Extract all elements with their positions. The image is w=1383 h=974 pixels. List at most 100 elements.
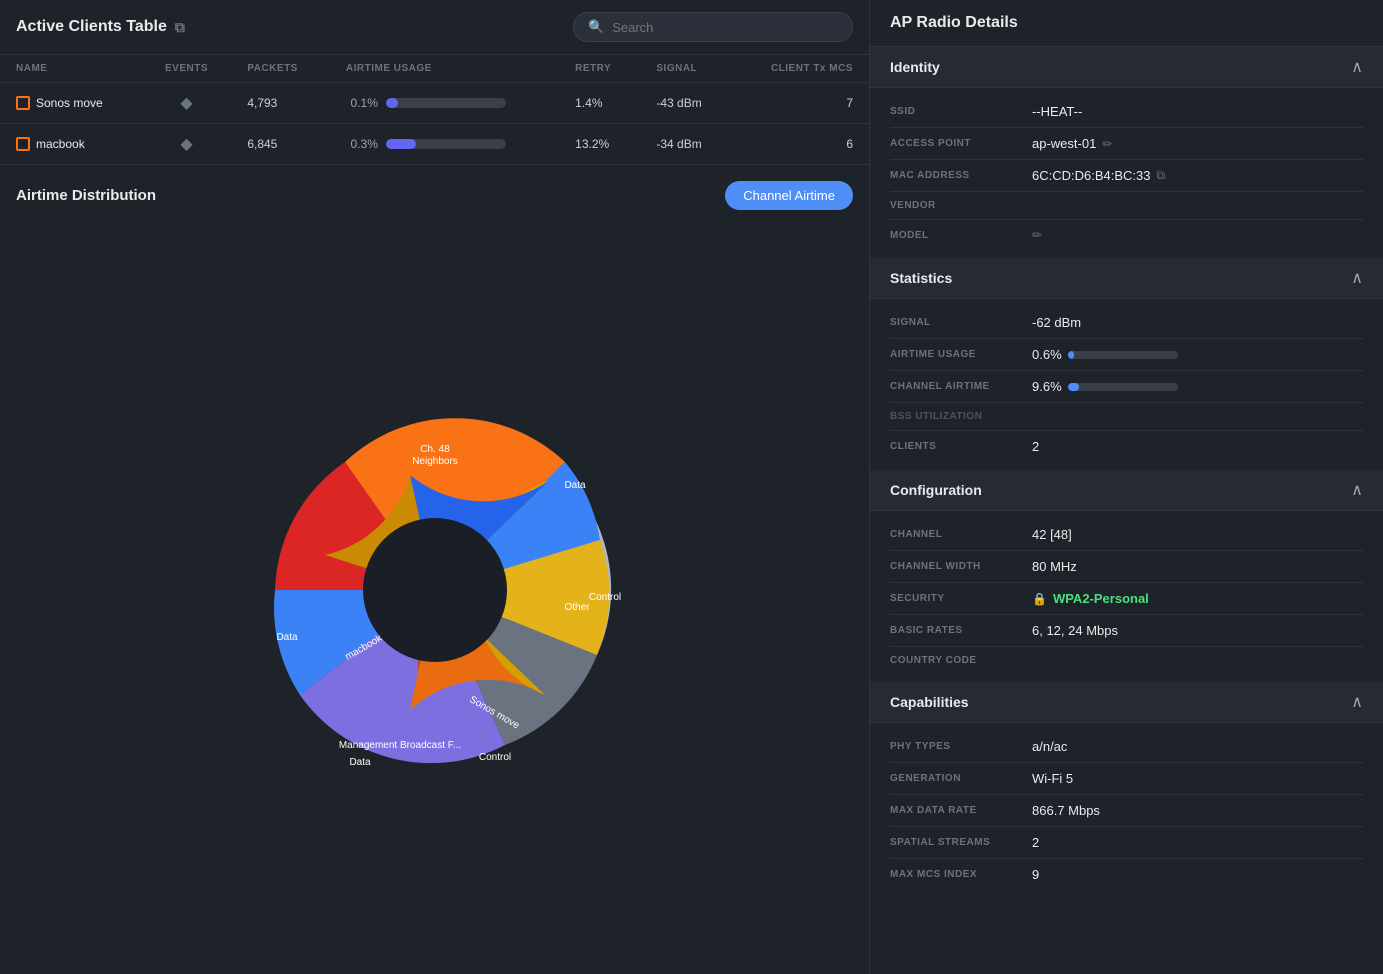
events-icon: ◆ (180, 95, 192, 112)
right-panel: AP Radio Details Identity ∧ SSID --HEAT-… (870, 0, 1383, 974)
col-name: NAME (0, 55, 142, 83)
left-header: Active Clients Table ⧉ 🔍 (0, 0, 869, 55)
clients-table-container: NAME EVENTS PACKETS AIRTIME USAGE RETRY … (0, 55, 869, 165)
col-events: EVENTS (142, 55, 232, 83)
phy-value: a/n/ac (1032, 739, 1067, 754)
channel-row: CHANNEL 42 [48] (890, 519, 1363, 551)
col-packets: PACKETS (231, 55, 330, 83)
vendor-label: VENDOR (890, 200, 1020, 211)
signal-cell: -34 dBm (640, 124, 732, 165)
channel-label: CHANNEL (890, 529, 1020, 540)
basic-rates-value: 6, 12, 24 Mbps (1032, 623, 1118, 638)
model-row: MODEL ✏ (890, 220, 1363, 250)
col-mcs: CLIENT Tx MCS (733, 55, 869, 83)
max-data-rate-label: MAX DATA RATE (890, 805, 1020, 816)
copy-icon[interactable]: ⧉ (175, 19, 185, 36)
signal-label: SIGNAL (890, 317, 1020, 328)
channel-value: 42 [48] (1032, 527, 1072, 542)
table-row: Sonos move ◆ 4,793 0.1% 1.4% -43 dBm 7 (0, 83, 869, 124)
search-icon: 🔍 (588, 19, 604, 35)
max-mcs-value: 9 (1032, 867, 1039, 882)
config-chevron: ∧ (1351, 480, 1363, 500)
max-mcs-label: MAX MCS INDEX (890, 869, 1020, 880)
donut-chart: Ch. 48 Neighbors Other Management Broadc… (245, 400, 625, 780)
security-value: 🔒 WPA2-Personal (1032, 591, 1149, 606)
mcs-cell: 7 (733, 83, 869, 124)
capabilities-section-header[interactable]: Capabilities ∧ (870, 682, 1383, 723)
airtime-usage-value: 0.6% (1032, 347, 1178, 362)
clients-label: CLIENTS (890, 441, 1020, 452)
signal-value: -62 dBm (1032, 315, 1081, 330)
label-mgmt: Management Broadcast F... (338, 740, 460, 751)
bss-row: BSS UTILIZATION (890, 403, 1363, 431)
channel-airtime-button[interactable]: Channel Airtime (725, 181, 853, 210)
airtime-percent: 0.1% (346, 96, 378, 110)
stats-chevron: ∧ (1351, 268, 1363, 288)
signal-row: SIGNAL -62 dBm (890, 307, 1363, 339)
ssid-label: SSID (890, 106, 1020, 117)
ap-edit-icon[interactable]: ✏ (1102, 137, 1112, 151)
label-other: Other (564, 602, 590, 613)
security-label: SECURITY (890, 593, 1020, 604)
phy-row: PHY TYPES a/n/ac (890, 731, 1363, 763)
config-section-header[interactable]: Configuration ∧ (870, 470, 1383, 511)
retry-cell: 1.4% (559, 83, 640, 124)
max-data-rate-row: MAX DATA RATE 866.7 Mbps (890, 795, 1363, 827)
spatial-streams-label: SPATIAL STREAMS (890, 837, 1020, 848)
airtime-cell: 0.3% (330, 124, 559, 165)
client-name-cell: macbook (0, 124, 142, 165)
search-input[interactable] (612, 20, 838, 35)
stats-section-header[interactable]: Statistics ∧ (870, 258, 1383, 299)
ssid-value: --HEAT-- (1032, 104, 1082, 119)
stats-title: Statistics (890, 270, 952, 286)
packets-cell: 4,793 (231, 83, 330, 124)
max-mcs-row: MAX MCS INDEX 9 (890, 859, 1363, 890)
channel-airtime-row: CHANNEL AIRTIME 9.6% (890, 371, 1363, 403)
table-row: macbook ◆ 6,845 0.3% 13.2% -34 dBm 6 (0, 124, 869, 165)
client-name-cell: Sonos move (0, 83, 142, 124)
channel-width-row: CHANNEL WIDTH 80 MHz (890, 551, 1363, 583)
airtime-usage-bar-fill (1068, 351, 1075, 359)
generation-row: GENERATION Wi-Fi 5 (890, 763, 1363, 795)
country-code-label: COUNTRY CODE (890, 655, 1020, 666)
capabilities-chevron: ∧ (1351, 692, 1363, 712)
identity-section-header[interactable]: Identity ∧ (870, 47, 1383, 88)
search-bar[interactable]: 🔍 (573, 12, 853, 42)
airtime-percent: 0.3% (346, 137, 378, 151)
spatial-streams-row: SPATIAL STREAMS 2 (890, 827, 1363, 859)
mac-value: 6C:CD:D6:B4:BC:33 ⧉ (1032, 168, 1165, 183)
channel-width-label: CHANNEL WIDTH (890, 561, 1020, 572)
model-edit-icon[interactable]: ✏ (1032, 228, 1042, 242)
mac-copy-icon[interactable]: ⧉ (1157, 168, 1166, 183)
capabilities-title: Capabilities (890, 694, 969, 710)
client-name-label: Sonos move (36, 96, 103, 110)
airtime-usage-row: AIRTIME USAGE 0.6% (890, 339, 1363, 371)
airtime-bar-track (386, 98, 506, 108)
chart-container: Ch. 48 Neighbors Other Management Broadc… (16, 222, 853, 958)
col-airtime: AIRTIME USAGE (330, 55, 559, 83)
events-cell: ◆ (142, 83, 232, 124)
config-content: CHANNEL 42 [48] CHANNEL WIDTH 80 MHz SEC… (870, 511, 1383, 682)
ap-value: ap-west-01 ✏ (1032, 136, 1112, 151)
channel-airtime-bar-fill (1068, 383, 1079, 391)
active-clients-title: Active Clients Table (16, 18, 167, 36)
spatial-streams-value: 2 (1032, 835, 1039, 850)
left-panel: Active Clients Table ⧉ 🔍 NAME EVENTS PAC… (0, 0, 870, 974)
airtime-usage-label: AIRTIME USAGE (890, 349, 1020, 360)
channel-airtime-label: CHANNEL AIRTIME (890, 381, 1020, 392)
airtime-bar-fill (386, 139, 416, 149)
basic-rates-label: BASIC RATES (890, 625, 1020, 636)
basic-rates-row: BASIC RATES 6, 12, 24 Mbps (890, 615, 1363, 647)
generation-value: Wi-Fi 5 (1032, 771, 1073, 786)
lock-icon: 🔒 (1032, 592, 1047, 606)
signal-cell: -43 dBm (640, 83, 732, 124)
label-data-right: Data (564, 480, 586, 491)
packets-cell: 6,845 (231, 124, 330, 165)
generation-label: GENERATION (890, 773, 1020, 784)
label-data-left: Data (276, 632, 298, 643)
country-code-row: COUNTRY CODE (890, 647, 1363, 674)
label-control-right: Control (588, 592, 620, 603)
svg-text:Neighbors: Neighbors (412, 456, 458, 467)
events-cell: ◆ (142, 124, 232, 165)
airtime-title: Airtime Distribution (16, 187, 156, 204)
